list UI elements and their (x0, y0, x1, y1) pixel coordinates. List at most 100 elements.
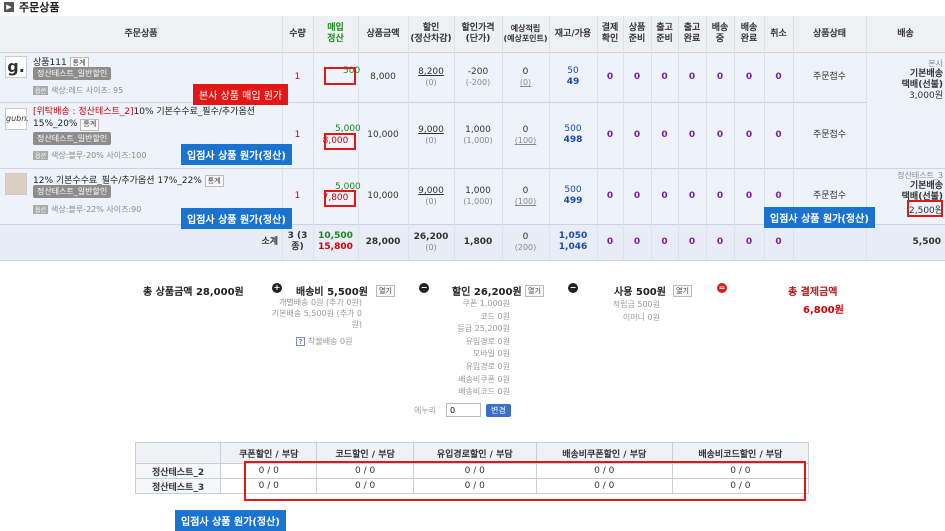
supplier-button-label[interactable]: 정산테스트_일반할인 (33, 67, 112, 80)
discount-cell: 9,000 (0) (408, 102, 454, 168)
highlight-box (907, 200, 943, 217)
use-detail: 이머니 0원 (622, 312, 660, 322)
avail-value: 499 (563, 196, 583, 206)
disc-price-sub: (1,000) (463, 135, 493, 145)
option-text: 색상:블루-22% 사이즈:90 (51, 205, 142, 214)
discount-sub: (0) (425, 196, 437, 206)
discount-detail: 배송비코드 0원 (458, 387, 510, 397)
col-header-cancel: 취소 (770, 28, 787, 39)
subtotal-points: 0 (200) (502, 224, 549, 260)
callout-supplier-cost: 입점사 상품 원가(정산) (181, 144, 292, 165)
points-sub[interactable]: (100) (515, 197, 537, 207)
status-count: 0 (775, 236, 782, 247)
supplier-button[interactable]: 정산테스트_일반할인 (33, 185, 112, 198)
col-header-purchase-label: 매입 정산 (327, 23, 344, 44)
ship-open-button[interactable]: 열기 (376, 285, 395, 297)
subtotal-label: 소계 (261, 236, 278, 247)
stats-button[interactable]: 통계 (204, 175, 224, 187)
product-name[interactable]: [위탁배송 : 정산테스트_2]10% 기본수수료_필수/추가옵션 15%_20… (33, 106, 281, 131)
subtotal-disc-price: 1,800 (463, 236, 493, 247)
product-thumbnail[interactable]: g. (5, 56, 27, 78)
shipping-group-supplier: 정산테스트_3 기본배송 택배(선불) (866, 170, 943, 203)
highlight-box (324, 67, 356, 85)
shipping-detail: 원) (351, 320, 362, 329)
disc-price-sub: (-200) (465, 77, 491, 87)
status-count: 0 (716, 129, 724, 140)
discount-value[interactable]: 9,000 (418, 186, 444, 197)
col-header-product: 주문상품 (124, 28, 158, 39)
avail-value: 49 (566, 77, 580, 87)
discount-cell: 9,000 (0) (408, 168, 454, 224)
page-title: ▶ 주문상품 (4, 0, 59, 14)
subtotal-discount-sub: (0) (425, 242, 437, 252)
product-thumbnail[interactable]: gubn. (5, 108, 29, 130)
status-count: 0 (606, 71, 614, 82)
disc-price: 1,000 (465, 124, 491, 135)
page-title-text: 주문상품 (19, 1, 60, 14)
status-count: 0 (661, 71, 668, 82)
enuri-input[interactable] (446, 403, 481, 417)
change-button[interactable]: 변경 (486, 404, 511, 417)
disc-price-cell: 1,000 (1,000) (454, 102, 502, 168)
subtotal-discount-value: 26,200 (413, 231, 449, 242)
discount-value[interactable]: 9,000 (418, 125, 444, 136)
product-thumbnail[interactable] (5, 173, 27, 195)
product-price: 10,000 (367, 190, 399, 201)
col-header-delivered: 배송 완료 (740, 23, 758, 44)
discount-detail: 유입경로 0원 (465, 361, 510, 371)
discount-sub: (0) (425, 135, 437, 145)
col-header (134, 442, 222, 464)
col-header-shipped: 출고 완료 (683, 23, 701, 44)
callout-supplier-cost: 입점사 상품 원가(정산) (175, 510, 286, 531)
discount-cell: 8,200 (0) (408, 52, 454, 102)
supplier-button-label[interactable]: 정산테스트_일반할인 (33, 185, 112, 198)
disc-price: 1,000 (465, 185, 491, 196)
help-icon[interactable]: ? (296, 337, 305, 346)
product-price: 10,000 (367, 129, 399, 140)
supplier-button[interactable]: 정산테스트_일반할인 (33, 67, 112, 80)
product-price: 8,000 (370, 71, 396, 82)
highlight-box (324, 190, 356, 207)
points-value: 0 (522, 66, 529, 77)
status-count: 0 (688, 190, 696, 201)
product-tag[interactable]: [위탁배송 : 정산테스트_2] (33, 107, 134, 117)
use-open-button[interactable]: 열기 (673, 285, 692, 297)
highlight-box (244, 461, 806, 501)
shipping-origin: 본사 (928, 59, 943, 68)
status-count: 0 (606, 236, 614, 247)
points-sub[interactable]: (100) (515, 136, 537, 146)
points-sub[interactable]: (0) (520, 78, 531, 88)
stats-button[interactable]: 통계 (80, 119, 100, 131)
callout-hq-cost: 본사 상품 매입 원가 (193, 84, 289, 105)
order-status: 주문접수 (812, 129, 847, 140)
col-header-disc-price: 할인가격 (단가) (461, 23, 495, 44)
option-text: 색상:레드 사이즈: 95 (51, 86, 124, 95)
shipping-details: 개별배송 0원 (추가 0원) 기본배송 5,500원 (추가 0 원) (250, 297, 362, 330)
discount-total: 할인 26,200원 (452, 287, 522, 298)
col-header-points: 예상적립 (예상포인트) (503, 24, 548, 43)
minus-icon: − (568, 283, 578, 293)
col-header-qty: 수량 (289, 28, 306, 39)
status-count: 0 (633, 129, 641, 140)
stock-cell: 500 499 (549, 168, 597, 224)
discount-open-button[interactable]: 열기 (525, 285, 544, 297)
status-count: 0 (661, 190, 668, 201)
subtotal-points-sub: (200) (514, 242, 537, 252)
supplier-button-label[interactable]: 정산테스트_일반할인 (33, 132, 112, 145)
subtotal-shipping: 5,500 (912, 236, 941, 247)
product-option: 옵션 색상:블루-20% 사이즈:100 (33, 150, 146, 161)
col-header-price: 상품금액 (366, 28, 400, 39)
discount-detail: 배송비쿠폰 0원 (458, 374, 510, 384)
status-count: 0 (716, 236, 724, 247)
pay-total-label: 총 결제금액 (788, 287, 838, 298)
col-header-discount: 할인 (정산차감) (410, 23, 452, 44)
disc-price: -200 (467, 66, 489, 77)
status-count: 0 (633, 71, 641, 82)
subtotal-avail-value: 1,046 (558, 242, 588, 252)
discount-detail: 코드 0원 (480, 311, 510, 321)
option-chip: 옵션 (33, 151, 49, 160)
stock-cell: 50 49 (549, 52, 597, 102)
discount-value[interactable]: 8,200 (418, 67, 444, 78)
status-count: 0 (606, 190, 614, 201)
supplier-button[interactable]: 정산테스트_일반할인 (33, 132, 112, 145)
